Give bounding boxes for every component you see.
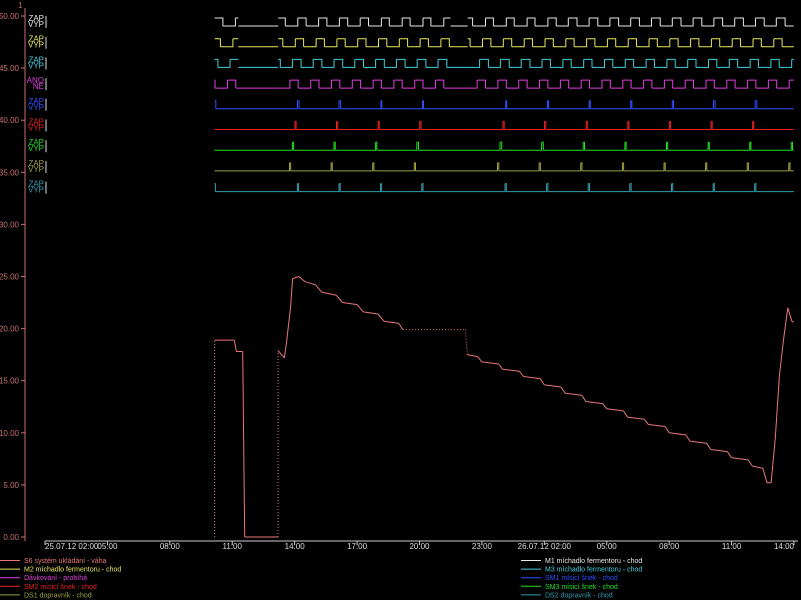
y-tick-label: 35.00 <box>0 168 20 177</box>
series-line-dotted <box>214 329 468 537</box>
legend-label: SM2 mísicí šnek - chod <box>24 584 97 591</box>
legend-label: DS2 dopravník - chod <box>545 592 613 599</box>
x-tick-label: 17:00 <box>347 542 368 551</box>
series-line <box>214 276 795 538</box>
x-tick-label: 08:00 <box>659 542 680 551</box>
digital-trace <box>214 17 794 27</box>
digital-off-label: VYP <box>28 61 44 70</box>
y-tick-label: 45.00 <box>0 64 20 73</box>
digital-off-label: VYP <box>28 103 44 112</box>
digital-trace <box>214 100 794 110</box>
y-tick-label: 50.00 <box>0 12 20 21</box>
legend-label: SM1 mísicí šnek - chod <box>545 575 618 582</box>
axes: 10.005.0010.0015.0020.0025.0030.0035.004… <box>0 1 798 551</box>
analog-series <box>214 276 795 538</box>
digital-off-label: VYP <box>28 144 44 153</box>
digital-off-label: VYP <box>28 20 44 29</box>
x-tick-label: 05:00 <box>97 542 118 551</box>
x-tick-label: 20:00 <box>409 542 430 551</box>
x-tick-label: 14:00 <box>285 542 306 551</box>
y-tick-label: 30.00 <box>0 220 20 229</box>
chart-window: 1 0.00 5.00 10.00 15.00 20.00 25.00 30.00 35.00 4… <box>0 0 801 600</box>
digital-trace <box>214 183 794 193</box>
y-tick-label: 25.00 <box>0 273 20 282</box>
legend-label: DS1 dopravník - chod <box>24 592 92 599</box>
digital-trace <box>214 58 794 68</box>
legend-label: SM3 mísicí šnek - chod <box>545 584 618 591</box>
y-tick-label: 40.00 <box>0 116 20 125</box>
legend-label: M2 míchadlo fermentoru - chod <box>24 567 121 574</box>
x-tick-label: 14:00 <box>774 542 795 551</box>
x-tick-label: 11:00 <box>223 542 243 551</box>
digital-off-label: VYP <box>28 41 44 50</box>
x-tick-label: 05:00 <box>597 542 618 551</box>
y-tick-label: 15.00 <box>0 377 20 386</box>
legend-label: Dávkování - probíhá <box>24 575 87 582</box>
legend: S6 systém ukládání - váha M2 míchadlo fer… <box>0 558 642 599</box>
corner-label: 1 <box>18 1 23 10</box>
digital-off-label: VYP <box>28 186 44 195</box>
legend-label: M1 míchadlo fermentoru - chod <box>545 558 642 565</box>
y-tick-label: 20.00 <box>0 325 20 334</box>
digital-off-label: NE <box>33 82 44 91</box>
digital-trace <box>214 38 794 48</box>
legend-label: S6 systém ukládání - váha <box>24 558 107 565</box>
x-tick-label: 23:00 <box>472 542 493 551</box>
x-tick-label: 11:00 <box>722 542 742 551</box>
digital-trace <box>214 141 794 151</box>
digital-channels: ZAPVYPZAPVYPZAPVYPANONEZAPVYPZAPVYPZAPVY… <box>27 14 794 195</box>
digital-trace <box>214 121 794 130</box>
chart-svg: 10.005.0010.0015.0020.0025.0030.0035.004… <box>0 1 798 599</box>
legend-label: M3 míchadlo fermentoru - chod <box>545 567 642 574</box>
digital-off-label: VYP <box>28 124 44 133</box>
digital-trace <box>214 79 794 89</box>
y-tick-label: 5.00 <box>3 481 19 490</box>
x-tick-label: 26.07.12 02:00 <box>518 542 572 551</box>
x-tick-label: 08:00 <box>160 542 181 551</box>
digital-trace <box>214 162 794 172</box>
y-tick-label: 10.00 <box>0 429 20 438</box>
y-tick-label: 0.00 <box>3 533 19 542</box>
x-tick-label: 25.07.12 02:00 <box>45 542 99 551</box>
digital-off-label: VYP <box>28 165 44 174</box>
